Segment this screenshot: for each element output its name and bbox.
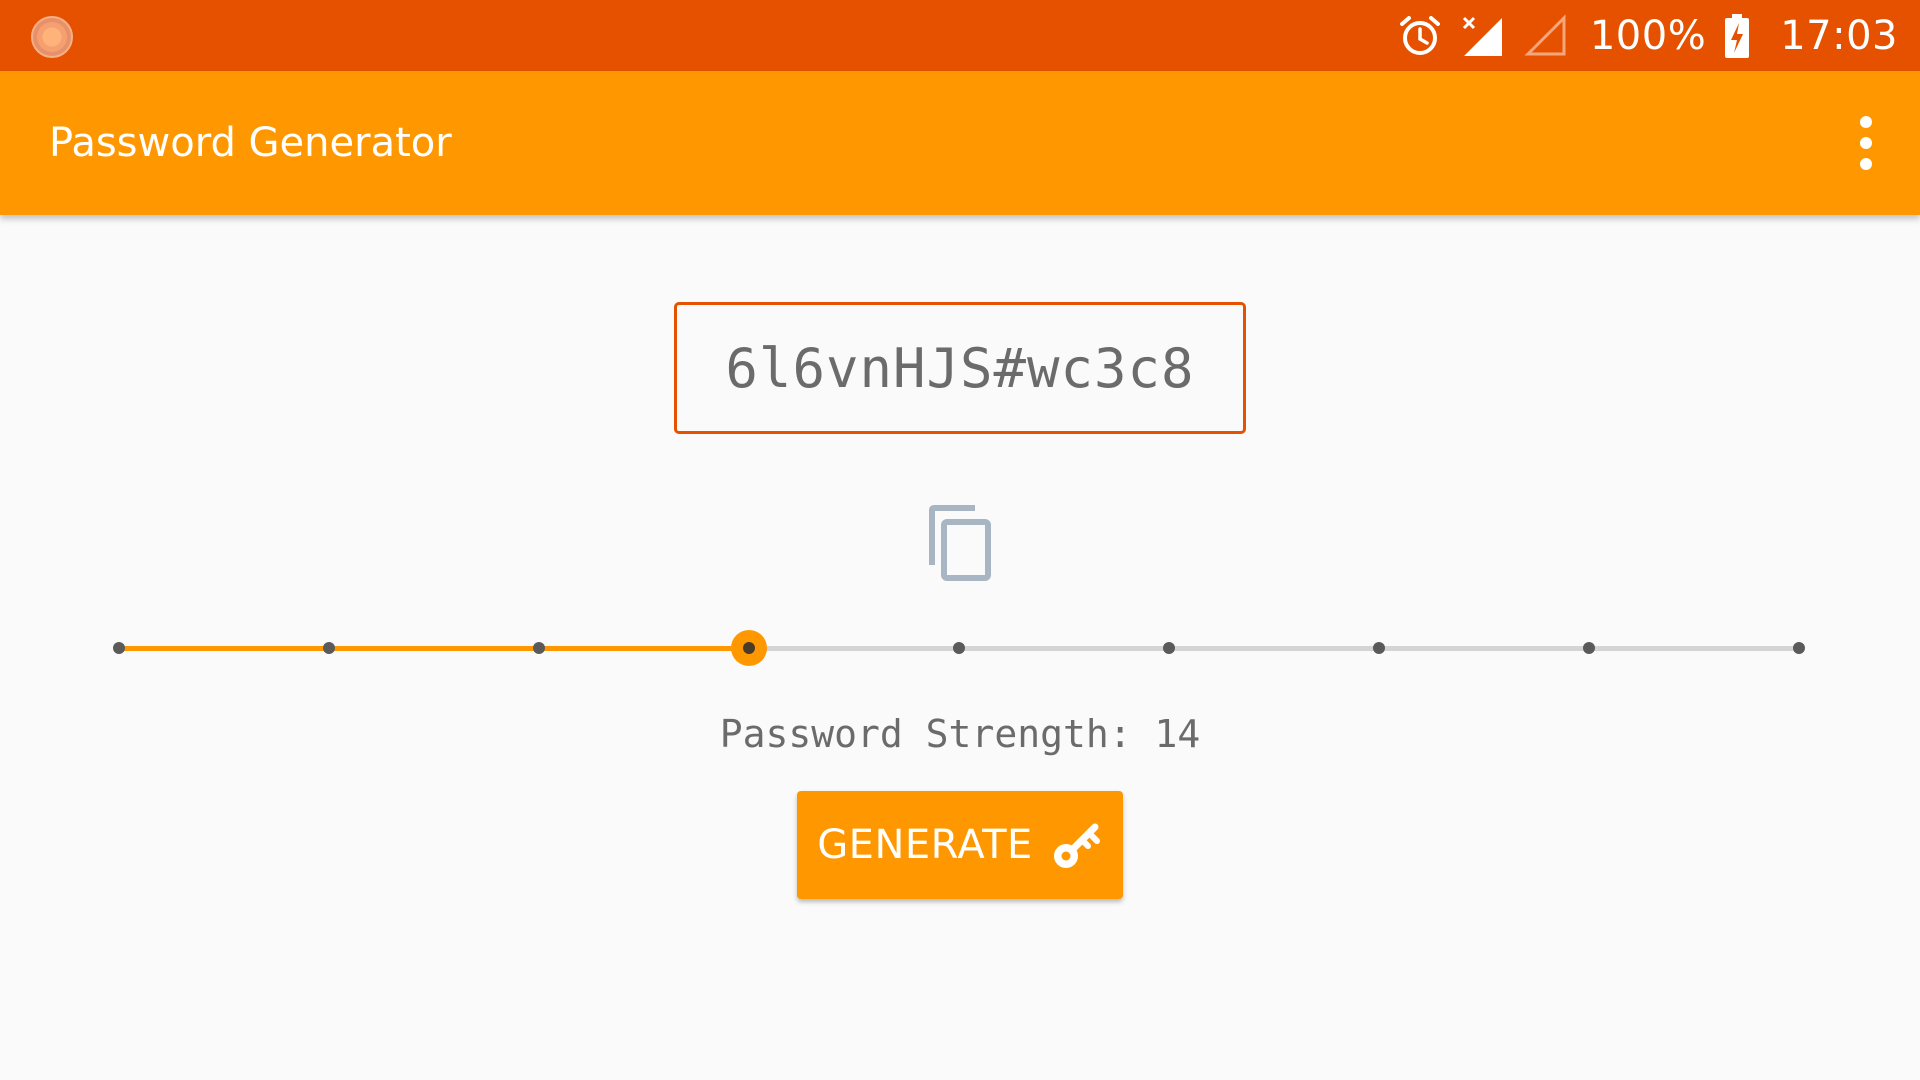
alarm-icon	[1398, 14, 1442, 58]
more-vert-icon[interactable]	[1852, 116, 1880, 170]
password-value: 6l6vnHJS#wc3c8	[725, 336, 1195, 400]
battery-charging-icon	[1724, 13, 1750, 59]
generate-button-label: GENERATE	[817, 822, 1033, 868]
signal-empty-icon	[1524, 13, 1568, 58]
clock: 17:03	[1780, 12, 1898, 59]
copy-icon[interactable]	[924, 504, 996, 586]
slider-thumb[interactable]	[731, 630, 767, 666]
battery-percent: 100%	[1589, 12, 1707, 59]
app-bar: Password Generator	[0, 71, 1920, 215]
slider-tick[interactable]	[1373, 642, 1385, 654]
slider-tick[interactable]	[323, 642, 335, 654]
app-title: Password Generator	[49, 120, 452, 166]
slider-tick[interactable]	[1793, 642, 1805, 654]
app-notification-icon	[31, 16, 73, 58]
status-bar: 100% 17:03	[0, 0, 1920, 71]
strength-label: Password Strength: 14	[719, 712, 1201, 756]
slider-tick[interactable]	[533, 642, 545, 654]
strength-slider[interactable]	[112, 630, 1806, 666]
generate-button[interactable]: GENERATE	[797, 791, 1123, 899]
slider-tick[interactable]	[1163, 642, 1175, 654]
status-icons: 100% 17:03	[1398, 0, 1898, 71]
slider-tick[interactable]	[1583, 642, 1595, 654]
slider-tick[interactable]	[113, 642, 125, 654]
signal-no-data-icon	[1460, 14, 1506, 58]
password-field[interactable]: 6l6vnHJS#wc3c8	[674, 302, 1246, 434]
key-icon	[1051, 819, 1103, 871]
slider-fill	[119, 646, 749, 651]
slider-tick[interactable]	[953, 642, 965, 654]
